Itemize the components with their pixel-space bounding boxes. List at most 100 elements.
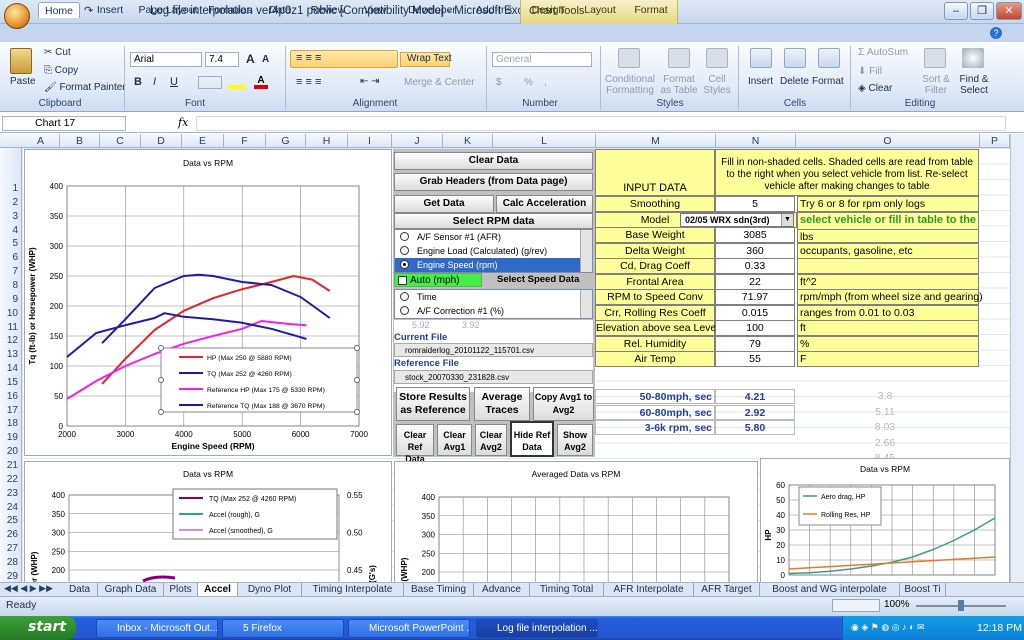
list-item[interactable]: Engine Load (Calculated) (g/rev) [395,244,592,258]
legend-handle[interactable] [354,377,360,383]
vertical-scrollbar[interactable] [1010,134,1024,582]
copy-avg-button[interactable]: Copy Avg1 to Avg2 [533,387,594,421]
rpm-list-scrollbar[interactable] [580,230,592,272]
row-header[interactable]: 5 [0,238,21,249]
row-header[interactable]: 3 [0,211,21,222]
row-header[interactable]: 28 [0,557,21,568]
sheet-tab-boost-ti[interactable]: Boost Ti [900,583,946,596]
italic-button[interactable]: I [153,76,156,88]
sheet-tab-accel[interactable]: Accel [198,583,238,596]
legend-handle[interactable] [158,377,164,383]
input-value[interactable]: 5 [715,196,795,212]
cell-styles-button[interactable]: Cell Styles [702,74,732,96]
name-box[interactable]: Chart 17 [2,116,126,131]
list-item[interactable]: Engine Speed (rpm) [395,258,581,272]
grow-font-button[interactable]: A [246,52,255,66]
tab-developer[interactable]: Developer [400,2,464,18]
sort-filter-icon[interactable] [924,48,946,68]
list-item[interactable]: Time [395,290,592,304]
bold-button[interactable]: B [134,76,142,88]
row-header[interactable]: 22 [0,474,21,485]
input-value[interactable]: 55 [715,351,795,367]
help-icon[interactable]: ? [990,27,1002,39]
tab-home[interactable]: Home [38,2,80,18]
row-header[interactable]: 25 [0,515,21,526]
clear-button[interactable]: ◈ Clear [858,83,892,94]
speed-listbox[interactable]: Time A/F Correction #1 (%) [394,289,593,319]
delete-cells-button[interactable]: Delete [780,76,809,87]
font-name-field[interactable]: Arial [130,52,202,67]
checkbox-icon[interactable] [398,276,407,285]
row-header[interactable]: 19 [0,432,21,443]
clear-avg2-button[interactable]: Clear Avg2 [475,424,507,456]
tab-insert[interactable]: Insert [88,2,132,18]
shrink-font-button[interactable]: A [262,54,269,65]
sheet-tab-base-timing[interactable]: Base Timing [404,583,474,596]
paste-icon[interactable] [10,48,32,74]
sheet-tab-graph-data[interactable]: Graph Data [98,583,164,596]
row-header[interactable]: 11 [0,322,21,333]
chart-averaged-data[interactable]: Averaged Data vs RPM05010015020025030035… [394,461,758,640]
list-item[interactable]: A/F Correction #1 (%) [395,304,592,318]
sheet-nav-icon[interactable]: ◀◀ ◀ ▶ ▶▶ [4,583,53,594]
formula-input[interactable] [196,116,1006,131]
paste-button[interactable]: Paste [10,76,36,87]
column-header[interactable]: J [392,134,443,148]
row-header[interactable]: 1 [0,183,21,194]
chart-accel-vs-rpm[interactable]: Data vs RPM050100150200250300350400ower … [24,461,392,640]
borders-icon[interactable] [198,76,222,89]
taskbar-item[interactable]: Microsoft PowerPoint ... [348,619,470,638]
hide-ref-button[interactable]: Hide Ref Data [510,421,554,457]
column-header[interactable]: L [493,134,596,148]
align-left-icon[interactable]: ≡ ≡ ≡ [296,76,321,88]
tab-formulas[interactable]: Formulas [204,2,256,18]
average-traces-button[interactable]: Average Traces [474,387,530,421]
sheet-tab-plots[interactable]: Plots [164,583,198,596]
indent-icon[interactable]: ⇤ ⇥ [360,76,380,87]
sheet-tab-timing-total[interactable]: Timing Total [530,583,604,596]
conditional-formatting-icon[interactable] [618,48,640,68]
input-value[interactable]: 100 [715,320,795,336]
model-dropdown[interactable]: 02/05 WRX sdn(3rd) ▼ [680,212,794,227]
auto-mph-checkbox[interactable]: Auto (mph) [394,273,482,287]
row-header[interactable]: 20 [0,446,21,457]
row-header[interactable]: 21 [0,460,21,471]
row-header[interactable]: 2 [0,197,21,208]
chevron-down-icon[interactable]: ▼ [781,213,793,226]
store-reference-button[interactable]: Store Results as Reference [396,387,470,421]
tray-icons[interactable]: ◉ ◈ ⚑ ◍ ◎ ♪ ◐ ✉ [851,622,925,633]
row-header[interactable]: 16 [0,391,21,402]
legend-handle[interactable] [354,409,360,415]
format-as-table-button[interactable]: Format as Table [657,74,701,96]
autosum-button[interactable]: Σ AutoSum [858,47,908,58]
number-format-field[interactable]: General [492,52,592,67]
zoom-thumb[interactable] [958,600,964,611]
input-value[interactable]: 79 [715,335,795,352]
wrap-text-button[interactable]: Wrap Text [400,52,452,67]
column-header[interactable]: E [182,134,224,148]
sheet-tab-afr-interpolate[interactable]: AFR Interpolate [604,583,694,596]
show-avg2-button[interactable]: Show Avg2 [557,424,593,456]
row-header[interactable]: 26 [0,529,21,540]
format-painter-button[interactable]: 🖌 Format Painter [44,82,126,93]
column-header[interactable]: B [60,134,100,148]
delete-cells-icon[interactable] [784,48,806,68]
comma-button[interactable]: , [544,77,547,88]
row-header[interactable]: 23 [0,488,21,499]
sheet-tab-boost-and-wg-interpolate[interactable]: Boost and WG interpolate [760,583,900,596]
find-select-button[interactable]: Find & Select [954,74,994,96]
clear-data-button[interactable]: Clear Data [394,152,593,170]
sheet-tab-data[interactable]: Data [62,583,98,596]
conditional-formatting-button[interactable]: Conditional Formatting [604,74,656,96]
insert-cells-button[interactable]: Insert [748,76,773,87]
tab-add-ins[interactable]: Add-Ins [470,2,518,18]
minimize-button[interactable]: – [944,2,968,20]
input-value[interactable]: 71.97 [715,289,795,305]
rpm-listbox[interactable]: A/F Sensor #1 (AFR) Engine Load (Calculat… [394,229,593,273]
find-icon[interactable] [962,48,984,68]
calc-acceleration-button[interactable]: Calc Acceleration [496,195,593,213]
taskbar-item[interactable]: 5 Firefox [222,619,344,638]
input-value[interactable]: 0.33 [715,258,795,274]
tab-review[interactable]: Review [306,2,350,18]
legend-handle[interactable] [354,345,360,351]
